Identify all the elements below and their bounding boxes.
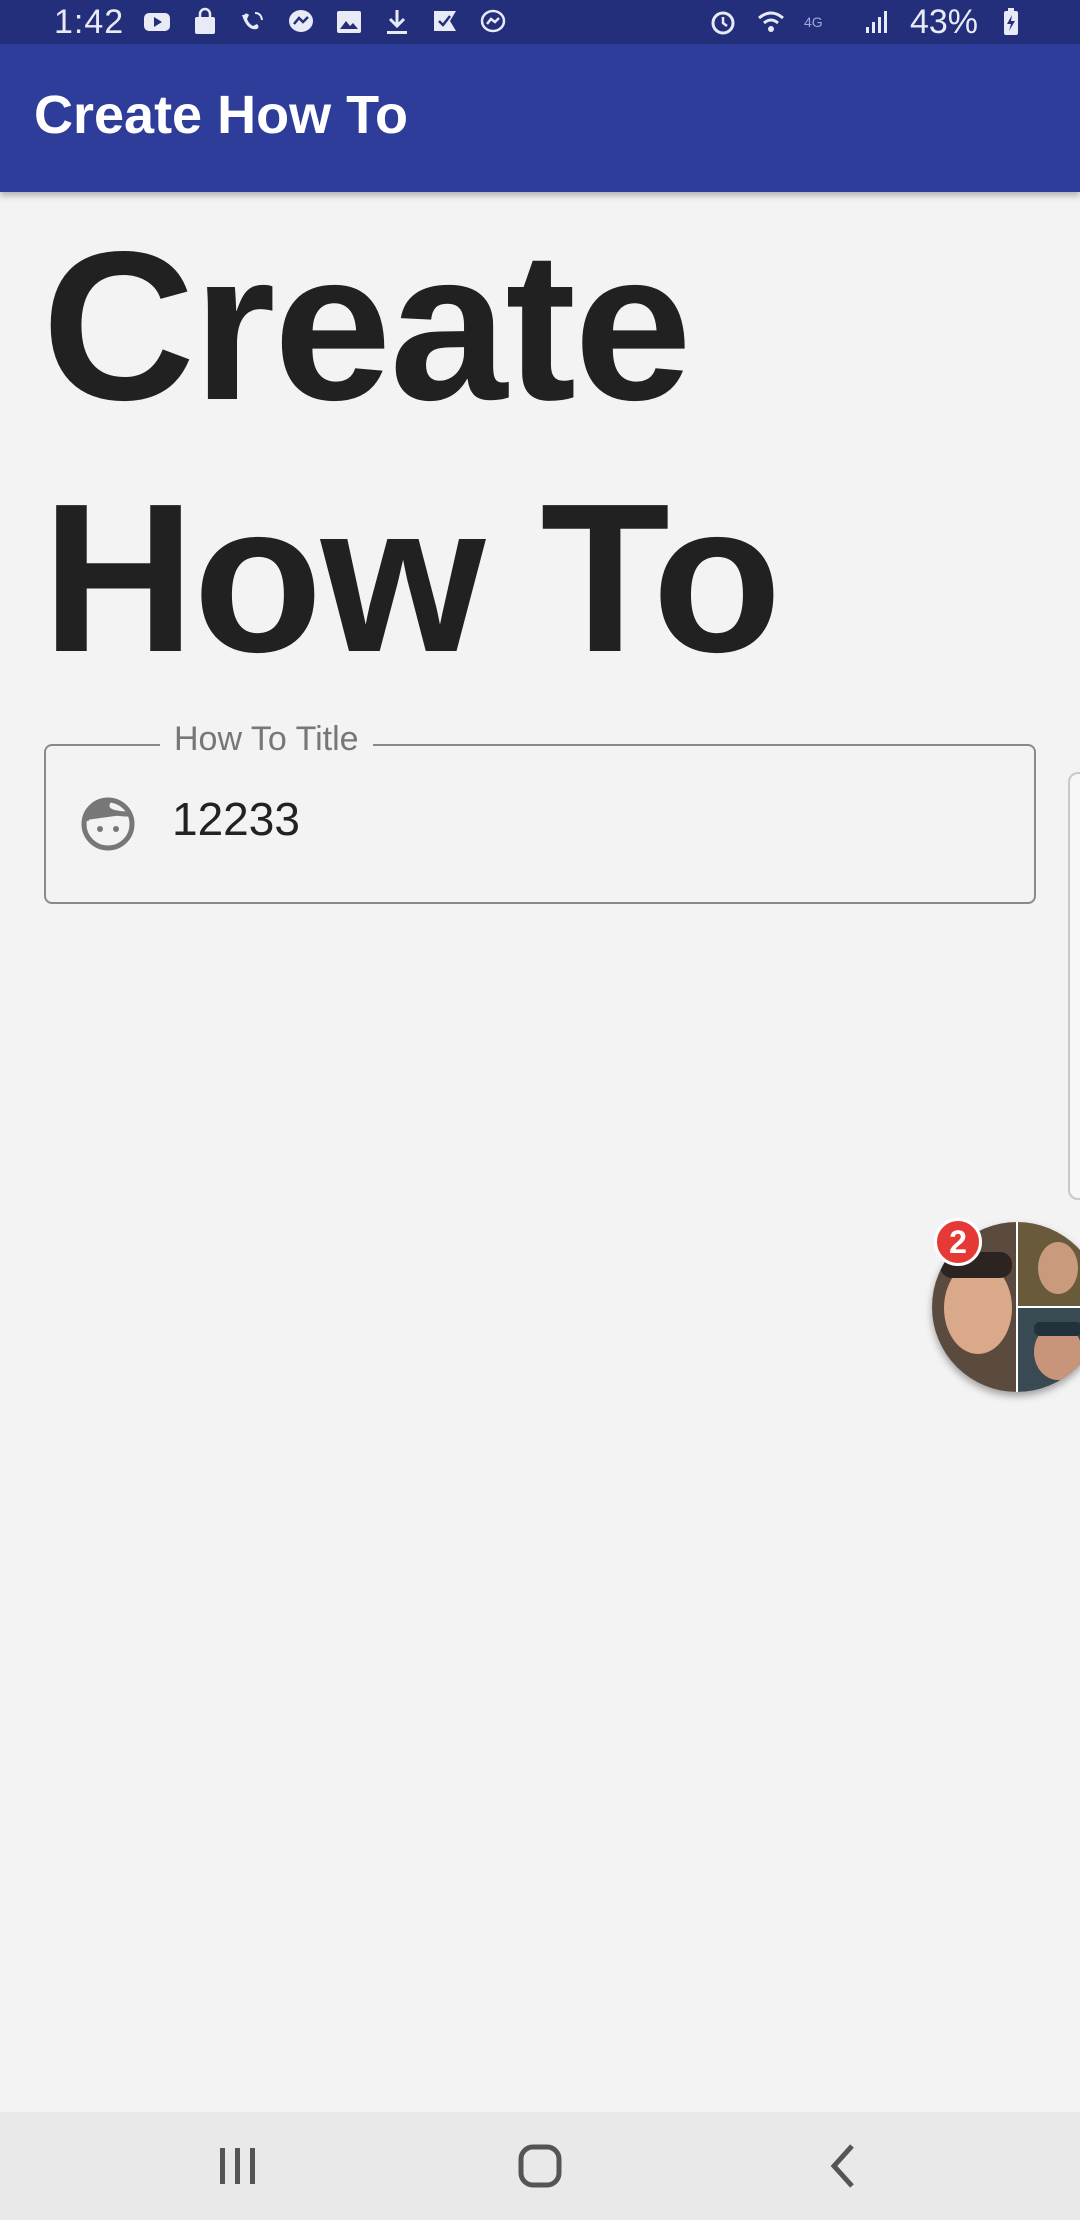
check-flag-icon (434, 11, 457, 31)
page-heading: Create How To (42, 200, 942, 704)
status-right: 4G 43% (708, 3, 1026, 42)
system-nav-bar (0, 2112, 1080, 2220)
heading-line-2: How To (42, 459, 782, 696)
youtube-icon (144, 13, 171, 31)
side-panel-edge[interactable] (1068, 772, 1080, 1200)
how-to-title-input[interactable] (172, 792, 992, 846)
heading-line-1: Create (42, 207, 692, 444)
alarm-icon (711, 11, 735, 35)
status-left: 1:42 (54, 3, 508, 42)
status-time: 1:42 (54, 2, 125, 41)
chat-head-badge: 2 (934, 1218, 982, 1266)
svg-text:4G: 4G (804, 14, 823, 30)
messenger-icon (289, 10, 314, 32)
image-icon (337, 11, 362, 33)
download-icon (387, 10, 408, 34)
face-icon (81, 797, 135, 851)
messenger-outline-icon (480, 9, 506, 33)
app-bar: Create How To (0, 44, 1080, 192)
signal-icon (865, 11, 887, 33)
wifi-icon (757, 11, 784, 32)
how-to-title-label: How To Title (160, 720, 373, 759)
shopping-bag-icon (195, 7, 216, 34)
app-bar-title: Create How To (34, 85, 409, 145)
battery-charging-icon (1004, 8, 1018, 35)
home-icon[interactable] (508, 2134, 572, 2198)
lte-icon: 4G (804, 14, 823, 30)
back-icon[interactable] (812, 2134, 876, 2198)
status-bar: 1:42 4G 43% (0, 0, 1080, 44)
recents-icon[interactable] (206, 2134, 270, 2198)
how-to-title-field[interactable]: How To Title (44, 720, 1036, 904)
battery-percent: 43% (909, 2, 978, 41)
wifi-call-icon (242, 12, 264, 30)
